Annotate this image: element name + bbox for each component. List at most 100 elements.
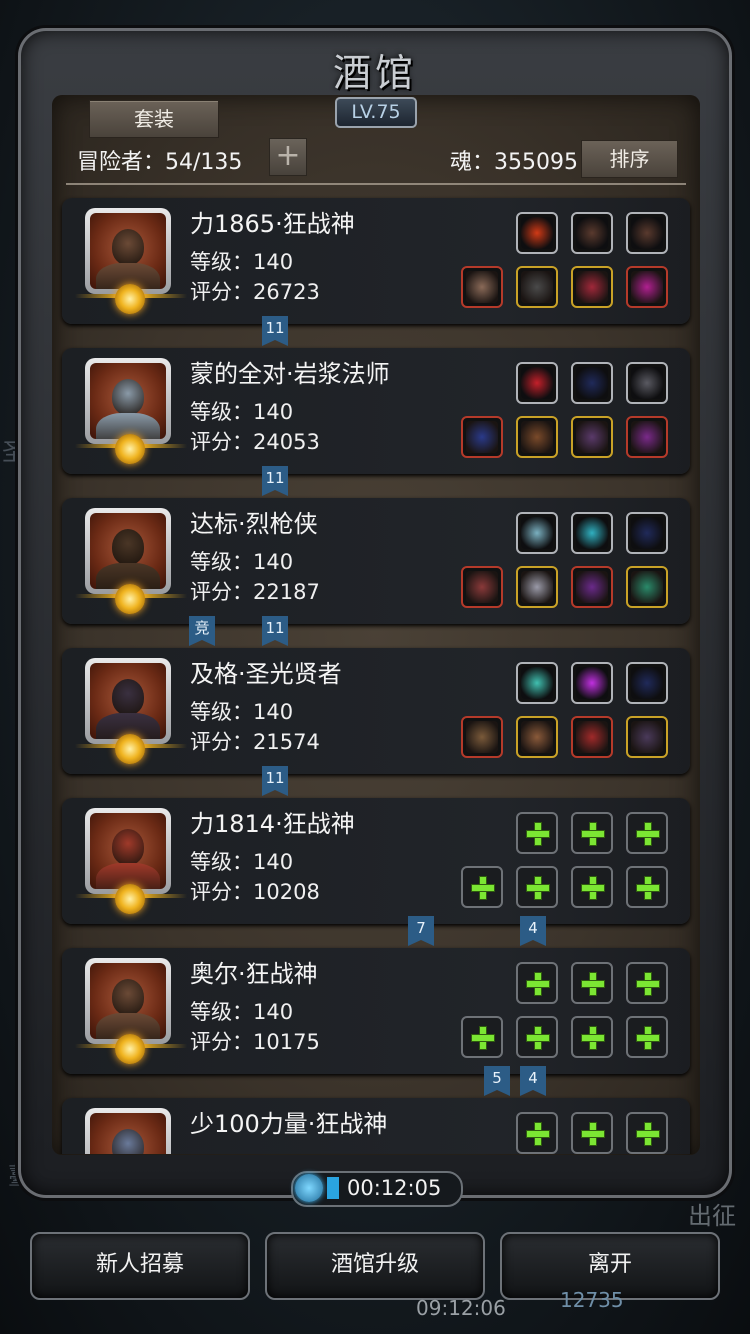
empty-slot-plus-icon[interactable] bbox=[626, 962, 668, 1004]
empty-slot-plus-icon[interactable] bbox=[571, 866, 613, 908]
equipment-slot-icon[interactable] bbox=[571, 266, 613, 308]
equipment-item bbox=[521, 721, 553, 753]
tavern-upgrade-button[interactable]: 酒馆升级 bbox=[265, 1232, 485, 1300]
hero-portrait[interactable] bbox=[85, 658, 171, 744]
hero-face bbox=[90, 513, 166, 589]
equipment-slot-icon[interactable] bbox=[516, 266, 558, 308]
equipment-slot-icon[interactable] bbox=[516, 662, 558, 704]
sort-button[interactable]: 排序 bbox=[581, 140, 678, 178]
hero-head bbox=[112, 229, 144, 265]
empty-slot-plus-icon[interactable] bbox=[571, 1112, 613, 1154]
hero-card[interactable]: 力1814·狂战神 等级：140 评分：10208 bbox=[62, 798, 690, 924]
hero-head bbox=[112, 1129, 144, 1154]
suit-button[interactable]: 套装 bbox=[89, 100, 219, 138]
hero-score: 评分：10175 bbox=[190, 1030, 320, 1054]
empty-slot-plus-icon[interactable] bbox=[516, 1112, 558, 1154]
empty-slot-plus-icon[interactable] bbox=[516, 1016, 558, 1058]
plus-icon bbox=[581, 822, 605, 846]
equipment-slot-icon[interactable] bbox=[626, 416, 668, 458]
equipment-slot-icon[interactable] bbox=[626, 566, 668, 608]
plus-icon bbox=[526, 1122, 550, 1146]
hero-head bbox=[112, 679, 144, 715]
hero-face bbox=[90, 363, 166, 439]
empty-slot-plus-icon[interactable] bbox=[516, 812, 558, 854]
hero-emblem-wing bbox=[139, 1044, 187, 1048]
equipment-item bbox=[631, 517, 663, 549]
hero-head bbox=[112, 379, 144, 415]
equipment-slot-icon[interactable] bbox=[516, 512, 558, 554]
hero-card[interactable]: 达标·烈枪侠等级：140 评分：22187 bbox=[62, 498, 690, 624]
equipment-slot-icon[interactable] bbox=[626, 362, 668, 404]
add-adventurer-button[interactable]: + bbox=[269, 138, 307, 176]
hero-portrait[interactable] bbox=[85, 508, 171, 594]
equipment-slot-icon[interactable] bbox=[626, 512, 668, 554]
equipment-slot-icon[interactable] bbox=[626, 212, 668, 254]
empty-slot-plus-icon[interactable] bbox=[571, 1016, 613, 1058]
equipment-slot-icon[interactable] bbox=[571, 212, 613, 254]
equipment-slot-icon[interactable] bbox=[626, 266, 668, 308]
equipment-slot-icon[interactable] bbox=[516, 716, 558, 758]
hero-portrait[interactable] bbox=[85, 808, 171, 894]
empty-slot-plus-icon[interactable] bbox=[461, 1016, 503, 1058]
hero-emblem-icon bbox=[115, 434, 145, 464]
equipment-slot-icon[interactable] bbox=[516, 416, 558, 458]
equipment-slot-icon[interactable] bbox=[516, 362, 558, 404]
plus-icon bbox=[581, 1026, 605, 1050]
hero-name: 及格·圣光贤者 bbox=[190, 660, 342, 688]
equipment-slot-icon[interactable] bbox=[571, 566, 613, 608]
empty-slot-plus-icon[interactable] bbox=[571, 812, 613, 854]
hero-score: 评分：22187 bbox=[190, 580, 320, 604]
page-title: 酒馆 bbox=[332, 51, 417, 95]
equipment-item bbox=[576, 721, 608, 753]
hero-level: 等级：140 bbox=[190, 550, 294, 574]
hero-card[interactable]: 少100力量·狂战神 bbox=[62, 1098, 690, 1154]
hero-card[interactable]: 蒙的全对·岩浆法师 等级：140 评分：24053 bbox=[62, 348, 690, 474]
hero-name: 少100力量·狂战神 bbox=[190, 1110, 388, 1138]
equipment-slot-icon[interactable] bbox=[516, 212, 558, 254]
equipment-item bbox=[576, 367, 608, 399]
hero-name: 达标·烈枪侠 bbox=[190, 510, 318, 538]
equipment-slot-icon[interactable] bbox=[571, 662, 613, 704]
recruit-button[interactable]: 新人招募 bbox=[30, 1232, 250, 1300]
equipment-slot-icon[interactable] bbox=[571, 512, 613, 554]
equipment-slot-icon[interactable] bbox=[626, 662, 668, 704]
empty-slot-plus-icon[interactable] bbox=[626, 1112, 668, 1154]
equipment-slot-icon[interactable] bbox=[626, 716, 668, 758]
equipment-item bbox=[521, 367, 553, 399]
plus-icon bbox=[636, 972, 660, 996]
equipment-slot-icon[interactable] bbox=[571, 362, 613, 404]
hero-portrait[interactable] bbox=[85, 958, 171, 1044]
equipment-slot-icon[interactable] bbox=[571, 716, 613, 758]
hero-portrait[interactable] bbox=[85, 358, 171, 444]
equipment-item bbox=[631, 421, 663, 453]
hero-head bbox=[112, 979, 144, 1015]
equipment-slot-icon[interactable] bbox=[461, 566, 503, 608]
hero-portrait[interactable] bbox=[85, 208, 171, 294]
hero-emblem-wing bbox=[139, 294, 187, 298]
hero-list[interactable]: 力1865·狂战神 等级：140 评分：26723 11 蒙的全对·岩浆法师 等级：140… bbox=[52, 190, 700, 1154]
empty-slot-plus-icon[interactable] bbox=[516, 866, 558, 908]
equipment-slot-icon[interactable] bbox=[516, 566, 558, 608]
hero-tag: 7 bbox=[408, 916, 434, 946]
hero-emblem-wing bbox=[139, 444, 187, 448]
hero-head bbox=[112, 529, 144, 565]
equipment-slot-icon[interactable] bbox=[461, 416, 503, 458]
equipment-slot-icon[interactable] bbox=[461, 266, 503, 308]
empty-slot-plus-icon[interactable] bbox=[626, 1016, 668, 1058]
empty-slot-plus-icon[interactable] bbox=[626, 812, 668, 854]
equipment-item bbox=[576, 421, 608, 453]
hero-card[interactable]: 及格·圣光贤者 等级：140 评分：21574 bbox=[62, 648, 690, 774]
equipment-slot-icon[interactable] bbox=[461, 716, 503, 758]
equipment-slot-icon[interactable] bbox=[571, 416, 613, 458]
hero-card[interactable]: 力1865·狂战神 等级：140 评分：26723 bbox=[62, 198, 690, 324]
equipment-item bbox=[521, 217, 553, 249]
empty-slot-plus-icon[interactable] bbox=[626, 866, 668, 908]
hero-portrait[interactable] bbox=[85, 1108, 171, 1154]
empty-slot-plus-icon[interactable] bbox=[516, 962, 558, 1004]
hero-tag: 4 bbox=[520, 916, 546, 946]
equipment-item bbox=[631, 271, 663, 303]
empty-slot-plus-icon[interactable] bbox=[571, 962, 613, 1004]
hero-card[interactable]: 奥尔·狂战神 等级：140 评分：10175 bbox=[62, 948, 690, 1074]
adventurer-count: 冒险者：54/135 bbox=[77, 150, 243, 175]
empty-slot-plus-icon[interactable] bbox=[461, 866, 503, 908]
